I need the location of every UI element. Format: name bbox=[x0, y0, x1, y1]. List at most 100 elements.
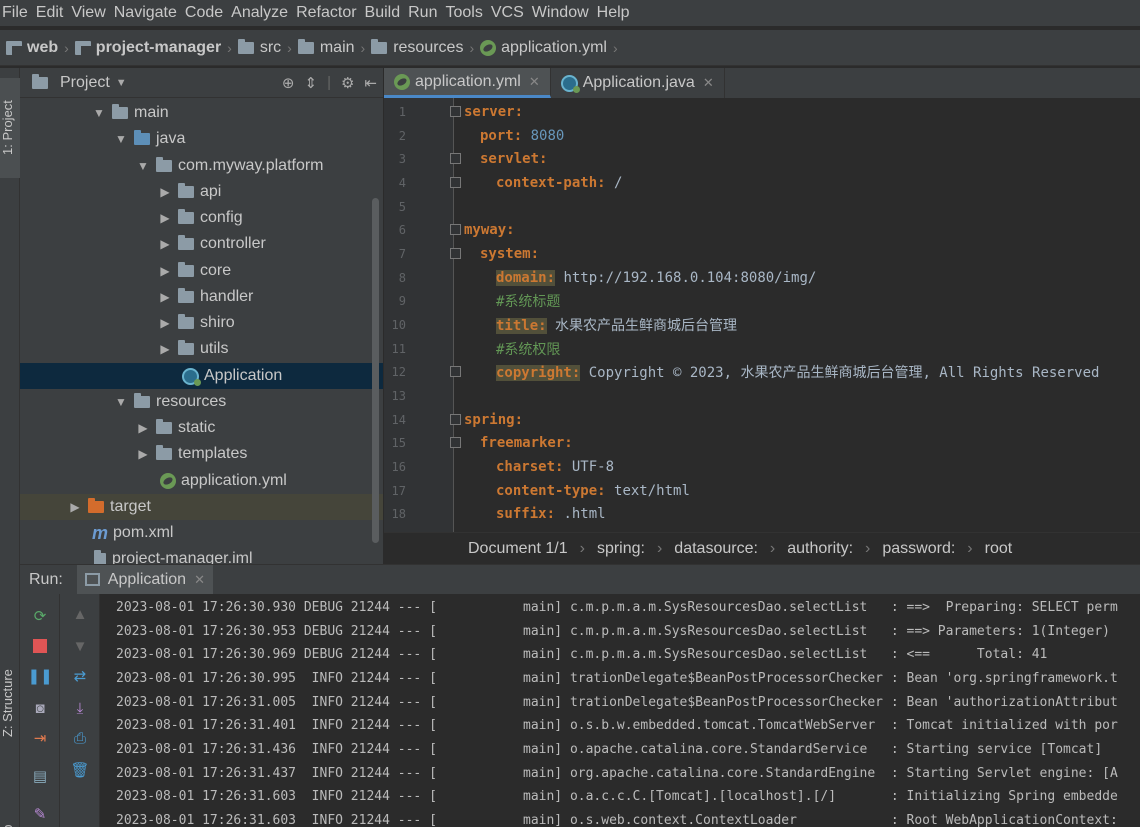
fold-marker-icon[interactable] bbox=[450, 177, 461, 188]
collapse-all-icon[interactable]: ⇕ bbox=[304, 74, 317, 92]
tree-node-label: Application bbox=[204, 367, 283, 384]
editor-crumb-password[interactable]: password: bbox=[882, 540, 955, 558]
tree-node-templates[interactable]: ▶ templates bbox=[20, 441, 383, 467]
collapsed-arrow-icon[interactable]: ▶ bbox=[68, 500, 82, 514]
fold-marker-icon[interactable] bbox=[450, 106, 461, 117]
soft-wrap-icon[interactable]: ⇄ bbox=[70, 666, 90, 686]
tool-window-project-tab[interactable]: 1: Project bbox=[0, 78, 20, 178]
hide-panel-icon[interactable]: ⇤ bbox=[364, 74, 377, 92]
tree-node-config[interactable]: ▶ config bbox=[20, 205, 383, 231]
rerun-icon[interactable]: ⟳ bbox=[30, 606, 50, 626]
close-icon[interactable]: ✕ bbox=[529, 74, 540, 90]
fold-marker-icon[interactable] bbox=[450, 224, 461, 235]
menu-view[interactable]: View bbox=[71, 4, 113, 22]
pin-icon[interactable]: ✎ bbox=[30, 804, 50, 824]
collapsed-arrow-icon[interactable]: ▶ bbox=[158, 316, 172, 330]
breadcrumb-label: src bbox=[259, 38, 282, 56]
menu-file[interactable]: File bbox=[0, 4, 36, 22]
arrow-down-icon[interactable]: ▼ bbox=[70, 636, 90, 656]
collapsed-arrow-icon[interactable]: ▶ bbox=[158, 264, 172, 278]
editor-crumb-root[interactable]: root bbox=[985, 540, 1013, 558]
login-icon[interactable]: ⇥ bbox=[30, 728, 50, 748]
tree-node-controller[interactable]: ▶ controller bbox=[20, 231, 383, 257]
fold-marker-icon[interactable] bbox=[450, 153, 461, 164]
tool-window-web-tab[interactable]: Web bbox=[0, 808, 20, 827]
breadcrumb-project-manager[interactable]: project-manager bbox=[74, 39, 221, 57]
locate-file-icon[interactable]: ⊕ bbox=[282, 74, 295, 92]
tool-window-structure-tab[interactable]: Z: Structure bbox=[0, 633, 20, 773]
tree-node-api[interactable]: ▶ api bbox=[20, 179, 383, 205]
tree-node-shiro[interactable]: ▶ shiro bbox=[20, 310, 383, 336]
tree-node-resources[interactable]: ▼ resources bbox=[20, 389, 383, 415]
tree-node-pom-xml[interactable]: m pom.xml bbox=[20, 520, 383, 546]
project-panel-title[interactable]: Project bbox=[60, 74, 110, 92]
menu-refactor[interactable]: Refactor bbox=[296, 4, 364, 22]
gear-icon[interactable]: ⚙ bbox=[341, 74, 354, 92]
collapsed-arrow-icon[interactable]: ▶ bbox=[158, 211, 172, 225]
line-number: 9 bbox=[398, 293, 406, 308]
expand-arrow-icon[interactable]: ▼ bbox=[114, 132, 128, 146]
menu-tools[interactable]: Tools bbox=[445, 4, 490, 22]
trash-icon[interactable]: 🗑 bbox=[70, 760, 90, 780]
code-editor[interactable]: 1 server: 2 port: 8080 3 servlet: 4 context-… bbox=[384, 98, 1140, 532]
tab-application-java[interactable]: Application.java ✕ bbox=[551, 68, 725, 98]
breadcrumb-application-yml[interactable]: application.yml bbox=[480, 39, 607, 57]
fold-marker-icon[interactable] bbox=[450, 437, 461, 448]
breadcrumb-web[interactable]: web bbox=[6, 39, 58, 57]
collapsed-arrow-icon[interactable]: ▶ bbox=[158, 290, 172, 304]
editor-crumb-authority[interactable]: authority: bbox=[787, 540, 853, 558]
tree-node-java[interactable]: ▼ java bbox=[20, 126, 383, 152]
collapsed-arrow-icon[interactable]: ▶ bbox=[158, 185, 172, 199]
menu-code[interactable]: Code bbox=[185, 4, 231, 22]
pause-icon[interactable]: ❚❚ bbox=[27, 666, 52, 686]
editor-crumb-document[interactable]: Document 1/1 bbox=[468, 540, 568, 558]
close-icon[interactable]: ✕ bbox=[194, 572, 205, 588]
yaml-key: freemarker: bbox=[480, 434, 573, 451]
fold-marker-icon[interactable] bbox=[450, 366, 461, 377]
tree-node-main[interactable]: ▼ main bbox=[20, 100, 383, 126]
tree-node-application[interactable]: Application bbox=[20, 363, 383, 389]
chevron-down-icon[interactable]: ▼ bbox=[116, 77, 127, 89]
fold-marker-icon[interactable] bbox=[450, 248, 461, 259]
collapsed-arrow-icon[interactable]: ▶ bbox=[136, 447, 150, 461]
tree-node-target[interactable]: ▶ target bbox=[20, 494, 383, 520]
breadcrumb-resources[interactable]: resources bbox=[371, 38, 463, 57]
run-tab-application[interactable]: Application ✕ bbox=[76, 564, 213, 595]
menu-run[interactable]: Run bbox=[408, 4, 445, 22]
tree-node-handler[interactable]: ▶ handler bbox=[20, 284, 383, 310]
breadcrumb-src[interactable]: src bbox=[237, 38, 282, 57]
editor-crumb-datasource[interactable]: datasource: bbox=[674, 540, 758, 558]
menu-navigate[interactable]: Navigate bbox=[114, 4, 185, 22]
project-scrollbar[interactable] bbox=[372, 198, 379, 543]
expand-arrow-icon[interactable]: ▼ bbox=[92, 106, 106, 120]
breadcrumb-main[interactable]: main bbox=[297, 38, 355, 57]
fold-marker-icon[interactable] bbox=[450, 414, 461, 425]
tab-application-yml[interactable]: application.yml ✕ bbox=[384, 68, 551, 98]
console-output[interactable]: 2023-08-01 17:26:30.930 DEBUG 21244 --- … bbox=[100, 594, 1140, 827]
menu-help[interactable]: Help bbox=[597, 4, 638, 22]
tree-node-application-yml[interactable]: application.yml bbox=[20, 468, 383, 494]
menu-analyze[interactable]: Analyze bbox=[231, 4, 296, 22]
print-icon[interactable]: ⎙ bbox=[70, 728, 90, 748]
stop-icon[interactable] bbox=[30, 636, 50, 656]
tree-node-utils[interactable]: ▶ utils bbox=[20, 336, 383, 362]
expand-arrow-icon[interactable]: ▼ bbox=[136, 159, 150, 173]
camera-icon[interactable]: ◙ bbox=[30, 698, 50, 718]
collapsed-arrow-icon[interactable]: ▶ bbox=[158, 237, 172, 251]
tree-node-static[interactable]: ▶ static bbox=[20, 415, 383, 441]
tree-node-core[interactable]: ▶ core bbox=[20, 258, 383, 284]
menu-window[interactable]: Window bbox=[532, 4, 597, 22]
layout-icon[interactable]: ▤ bbox=[30, 766, 50, 786]
arrow-up-icon[interactable]: ▲ bbox=[70, 604, 90, 624]
editor-crumb-spring[interactable]: spring: bbox=[597, 540, 645, 558]
close-icon[interactable]: ✕ bbox=[703, 75, 714, 91]
menu-build[interactable]: Build bbox=[365, 4, 409, 22]
collapsed-arrow-icon[interactable]: ▶ bbox=[158, 342, 172, 356]
menu-edit[interactable]: Edit bbox=[36, 4, 72, 22]
tree-node-package[interactable]: ▼ com.myway.platform bbox=[20, 153, 383, 179]
collapsed-arrow-icon[interactable]: ▶ bbox=[136, 421, 150, 435]
expand-arrow-icon[interactable]: ▼ bbox=[114, 395, 128, 409]
menu-vcs[interactable]: VCS bbox=[491, 4, 532, 22]
scroll-to-end-icon[interactable]: ⤓ bbox=[70, 698, 90, 718]
tree-node-iml[interactable]: project-manager.iml bbox=[20, 546, 383, 564]
